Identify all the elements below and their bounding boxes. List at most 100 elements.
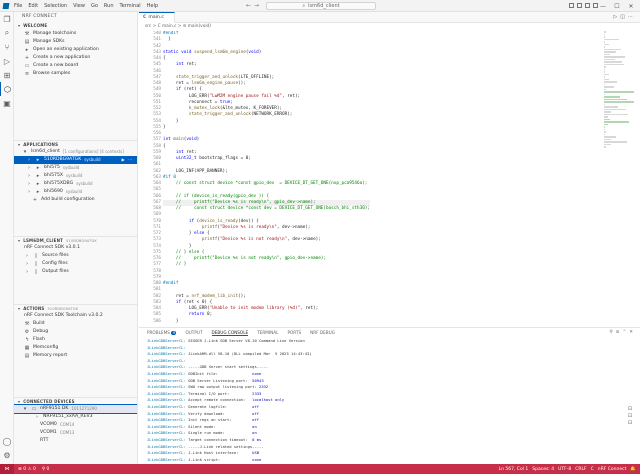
build-config-item[interactable]: › ▸ 510RDBG9ATGK sysbuild ▶ ⋯ <box>14 156 137 164</box>
menu-go[interactable]: Go <box>91 3 98 9</box>
forward-arrow-icon[interactable]: → <box>254 2 262 9</box>
terminal-instance-icon[interactable]: ⊡ <box>624 413 636 420</box>
menu-terminal[interactable]: Terminal <box>120 3 141 9</box>
code-editor[interactable]: 540 541 542 543 544 545 546 547 548 549 550 551 552 5… <box>139 31 640 327</box>
action-memory-report[interactable]: ▤ Memory report <box>14 352 137 360</box>
add-build-configuration[interactable]: + Add build configuration <box>14 196 137 204</box>
context-source-files[interactable]: › ▯ Source files <box>14 252 137 260</box>
close-button[interactable]: ✕ <box>626 3 636 10</box>
more-actions-icon[interactable]: ⋯ <box>628 14 636 20</box>
language-mode[interactable]: C <box>591 467 594 472</box>
context-config-files[interactable]: › ▯ Config files <box>14 260 137 268</box>
tab-terminal[interactable]: TERMINAL <box>257 330 278 335</box>
applications-section-header[interactable]: ▾ APPLICATIONS <box>14 140 137 148</box>
accounts-icon[interactable]: ◯ <box>0 434 14 448</box>
console-line: JLinkGDBServerCL: Init regs on start: of… <box>147 417 260 423</box>
menu-edit[interactable]: Edit <box>28 3 38 9</box>
item-label: Flash <box>33 337 46 342</box>
toggle-secondary-sidebar-icon[interactable] <box>585 3 590 8</box>
close-panel-icon[interactable]: ✕ <box>629 330 636 335</box>
toggle-panel-icon[interactable] <box>577 3 582 8</box>
device-child-item[interactable]: RTT <box>14 437 137 445</box>
build-row-actions[interactable]: ▶ ⋯ <box>122 156 137 164</box>
welcome-open-application[interactable]: ▸ Open an existing application <box>14 46 137 54</box>
actions-section-header[interactable]: ▾ ACTIONS 510RDBG9ATGK <box>14 304 137 312</box>
chevron-right-icon: › <box>28 173 30 179</box>
extensions-icon[interactable]: ⊞ <box>0 68 14 82</box>
minimap-line <box>604 66 607 68</box>
build-config-item[interactable]: › ▸ bhi5690 sysbuild <box>14 188 137 196</box>
device-item[interactable]: ▾ ▭ nRF9151 DK 1011271290 <box>14 404 137 414</box>
minimap-line <box>604 88 606 90</box>
code-line[interactable]: } <box>163 319 370 325</box>
nrf-connect-icon[interactable]: ⬡ <box>0 82 14 96</box>
explorer-icon[interactable]: ❐ <box>0 12 14 26</box>
action-debug[interactable]: ⚙ Debug <box>14 328 137 336</box>
context-section-header[interactable]: ▾ LSM6DM_CLIENT 510RDBG9ATGK <box>14 236 137 244</box>
breadcrumb[interactable]: src > C main.c > ⊘ main(void) <box>139 23 640 31</box>
toggle-sidebar-icon[interactable] <box>569 3 574 8</box>
code-content[interactable]: #endif } static void suspend_lsm6m_engin… <box>163 31 370 325</box>
run-debug-icon[interactable]: ▷ <box>0 54 14 68</box>
context-output-files[interactable]: › ▯ Output files <box>14 268 137 276</box>
terminal-instance-icon[interactable]: ⊡ <box>624 406 636 413</box>
settings-gear-icon[interactable]: ⚙ <box>0 448 14 462</box>
menu-selection[interactable]: Selection <box>44 3 67 9</box>
search-icon[interactable]: ⌕ <box>0 26 14 40</box>
build-config-item[interactable]: › ▸ bhi575 sysbuild <box>14 164 137 172</box>
notifications-bell-icon[interactable]: 🔔 <box>630 467 636 472</box>
debug-console-output[interactable]: JLinkGDBServerCL: SEGGER J-Link GDB Serv… <box>147 338 312 463</box>
tab-main-c[interactable]: Cmain.c <box>139 12 175 23</box>
source-control-icon[interactable]: ⑂ <box>0 40 14 54</box>
build-config-item[interactable]: › ▸ bhi575X sysbuild <box>14 172 137 180</box>
console-line: JLinkGDBServerCL: GDBInit file: none <box>147 370 262 376</box>
minimap[interactable] <box>604 31 634 327</box>
code-line[interactable]: // const struct device *const dev = DEVI… <box>163 206 370 212</box>
command-center-search[interactable]: ⌕ lsm6d_client <box>266 2 376 10</box>
chevron-down-icon: ▾ <box>18 305 21 311</box>
menu-view[interactable]: View <box>73 3 85 9</box>
build-config-item[interactable]: › ▸ bhi575XDBG sysbuild <box>14 180 137 188</box>
code-line[interactable]: // const struct device *const gpio_dev =… <box>163 181 370 187</box>
tab-output[interactable]: OUTPUT <box>185 330 202 335</box>
build-icon: ⚒ <box>24 321 30 327</box>
tab-debug-console[interactable]: DEBUG CONSOLE <box>211 330 249 336</box>
problems-status[interactable]: ⊗ 0 ⚠ 0 <box>18 467 36 472</box>
devices-section-header[interactable]: ▾ CONNECTED DEVICES <box>14 397 137 405</box>
ports-status[interactable]: ⚲ 0 <box>42 467 50 472</box>
device-child-item[interactable]: VCOM0 COM14 <box>14 421 137 429</box>
menu-file[interactable]: File <box>14 3 22 9</box>
tab-nrf-debug[interactable]: NRF DEBUG <box>310 330 335 335</box>
device-child-item[interactable]: › NRF9151_xxAA_REV3 <box>14 413 137 421</box>
remote-indicator-icon[interactable]: ⋈ <box>0 464 14 474</box>
welcome-section-header[interactable]: ▾ WELCOME <box>14 22 137 30</box>
tab-ports[interactable]: PORTS <box>287 330 301 335</box>
nrf-connect-status[interactable]: nRF Connect <box>598 467 627 472</box>
welcome-manage-toolchains[interactable]: ⚒ Manage toolchains <box>14 30 137 38</box>
indentation[interactable]: Spaces: 4 <box>532 467 554 472</box>
cursor-position[interactable]: Ln 567, Col 1 <box>499 467 529 472</box>
tab-problems[interactable]: PROBLEMS 9 <box>147 330 177 335</box>
device-icon[interactable]: ▣ <box>0 96 14 110</box>
action-build[interactable]: ⚒ Build <box>14 320 137 328</box>
menu-help[interactable]: Help <box>147 3 158 9</box>
line-ending[interactable]: CRLF <box>575 467 586 472</box>
back-arrow-icon[interactable]: ← <box>246 2 254 9</box>
minimize-button[interactable]: — <box>598 3 608 10</box>
action-memconfig[interactable]: ▦ Memconfig <box>14 344 137 352</box>
welcome-manage-sdks[interactable]: ▤ Manage SDKs <box>14 38 137 46</box>
welcome-browse-samples[interactable]: ≡ Browse samples <box>14 70 137 78</box>
terminal-instance-icon[interactable]: ⊡ <box>624 420 636 427</box>
welcome-create-board[interactable]: ▭ Create a new board <box>14 62 137 70</box>
device-child-item[interactable]: VCOM1 COM13 <box>14 429 137 437</box>
menu-run[interactable]: Run <box>104 3 114 9</box>
application-item[interactable]: ▾ lsm6d_client [1 configurations] [4 conte… <box>14 148 137 156</box>
split-editor-icon[interactable]: ◫ <box>620 14 628 20</box>
welcome-create-application[interactable]: + Create a new application <box>14 54 137 62</box>
encoding[interactable]: UTF-8 <box>558 467 571 472</box>
build-name: 510RDBG9ATGK <box>44 157 82 162</box>
build-name: bhi5690 <box>44 189 63 194</box>
maximize-button[interactable]: ☐ <box>612 3 622 10</box>
item-label: Memory report <box>33 353 68 358</box>
action-flash[interactable]: ϟ Flash <box>14 336 137 344</box>
